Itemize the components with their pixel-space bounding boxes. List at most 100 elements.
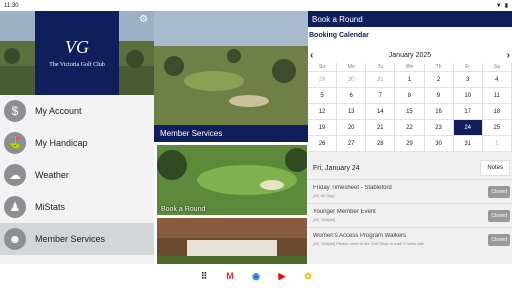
- calendar-day[interactable]: 21: [366, 120, 396, 136]
- status-badge: Closed: [488, 185, 510, 198]
- club-name: The Victoria Golf Club: [49, 62, 105, 68]
- calendar-day[interactable]: 10: [453, 88, 483, 104]
- club-crest: VG: [65, 37, 89, 57]
- calendar-day[interactable]: 13: [337, 104, 367, 120]
- weekday-label: Su: [308, 63, 338, 72]
- calendar-day[interactable]: 17: [453, 104, 483, 120]
- event-subtitle: [All, All Day]: [313, 192, 335, 198]
- calendar-day[interactable]: 8: [395, 88, 425, 104]
- fairway-image: [157, 145, 307, 215]
- tile-label: Book a Round: [161, 206, 206, 213]
- menu-item-label: My Handicap: [35, 138, 88, 148]
- calendar-day[interactable]: 18: [482, 104, 512, 120]
- calendar-grid: Su Mo Tu We Th Fr Sa 29 30 31 1 2 3 4 5 6 7 8 9 10 11…: [308, 63, 512, 152]
- menu-item-mistats[interactable]: ♟ MiStats: [0, 191, 154, 223]
- clubhouse-tile[interactable]: [157, 218, 307, 264]
- weekday-label: Tu: [366, 63, 396, 72]
- section-title: Member Services: [154, 125, 308, 142]
- calendar-day[interactable]: 16: [424, 104, 454, 120]
- chevron-left-icon[interactable]: ‹: [310, 50, 313, 61]
- calendar-day[interactable]: 4: [482, 72, 512, 88]
- calendar-day[interactable]: 26: [308, 136, 338, 152]
- calendar-weeks: 29 30 31 1 2 3 4 5 6 7 8 9 10 11 12 13 14 15 16 17 18 19 20 21 2…: [308, 72, 512, 152]
- calendar-week: 12 13 14 15 16 17 18: [308, 104, 512, 120]
- event-title: Friday Timesheet - Stableford: [313, 185, 392, 192]
- weather-icon: ☁: [4, 164, 26, 186]
- app-drawer-icon[interactable]: ⠿: [197, 269, 211, 283]
- calendar-day[interactable]: 12: [308, 104, 338, 120]
- drawer-header: VG The Victoria Golf Club ⚙: [0, 11, 154, 95]
- calendar-day[interactable]: 31: [366, 72, 396, 88]
- menu-item-weather[interactable]: ☁ Weather: [0, 159, 154, 191]
- weekday-label: Sa: [482, 63, 512, 72]
- calendar-day[interactable]: 22: [395, 120, 425, 136]
- event-row[interactable]: Friday Timesheet - Stableford [All, All …: [308, 179, 512, 203]
- golfer-icon: ⛳: [4, 132, 26, 154]
- navigation-drawer: VG The Victoria Golf Club ⚙ $ My Account…: [0, 11, 154, 264]
- selected-date: Fri, January 24: [313, 164, 360, 172]
- notes-button[interactable]: Notes: [480, 160, 510, 176]
- calendar-day[interactable]: 20: [337, 120, 367, 136]
- calendar-day[interactable]: 30: [337, 72, 367, 88]
- calendar-day[interactable]: 1: [395, 72, 425, 88]
- calendar-day[interactable]: 31: [453, 136, 483, 152]
- weekday-label: Fr: [453, 63, 483, 72]
- calendar-week: 19 20 21 22 23 24 25: [308, 120, 512, 136]
- menu-item-my-handicap[interactable]: ⛳ My Handicap: [0, 127, 154, 159]
- gmail-icon[interactable]: M: [223, 269, 237, 283]
- dollar-icon: $: [4, 100, 26, 122]
- calendar-day[interactable]: 9: [424, 88, 454, 104]
- calendar-day-selected[interactable]: 24: [453, 120, 483, 136]
- book-a-round-tile[interactable]: Book a Round: [157, 145, 307, 215]
- club-logo[interactable]: VG The Victoria Golf Club: [35, 11, 119, 95]
- calendar-day[interactable]: 11: [482, 88, 512, 104]
- event-row[interactable]: Younger Member Event [All, Twilight] Clo…: [308, 203, 512, 227]
- app-dock: ⠿ M ◉ ▶ ✿: [0, 264, 512, 288]
- month-navigator: ‹ January 2025 ›: [308, 47, 512, 63]
- calendar-day[interactable]: 14: [366, 104, 396, 120]
- calendar-day[interactable]: 25: [482, 120, 512, 136]
- calendar-day[interactable]: 15: [395, 104, 425, 120]
- gear-icon[interactable]: ⚙: [139, 14, 148, 25]
- calendar-day[interactable]: 3: [453, 72, 483, 88]
- event-text: Younger Member Event [All, Twilight]: [313, 209, 483, 222]
- chevron-right-icon[interactable]: ›: [507, 50, 510, 61]
- calendar-day[interactable]: 1: [482, 136, 512, 152]
- calendar-day[interactable]: 2: [424, 72, 454, 88]
- chrome-icon[interactable]: ◉: [249, 269, 263, 283]
- month-label: January 2025: [388, 51, 432, 59]
- calendar-day[interactable]: 27: [337, 136, 367, 152]
- status-badge: Closed: [488, 209, 510, 222]
- status-bar: 11:30 ▼ ▮: [0, 0, 512, 11]
- event-row[interactable]: Women's Access Program Walkers [All, Twi…: [308, 227, 512, 251]
- calendar-day[interactable]: 7: [366, 88, 396, 104]
- calendar-day[interactable]: 28: [366, 136, 396, 152]
- calendar-day[interactable]: 30: [424, 136, 454, 152]
- status-badge: Closed: [488, 233, 510, 246]
- member-services-panel: Member Services Book a Round: [154, 11, 308, 264]
- battery-icon: ▮: [504, 3, 508, 9]
- wifi-icon: ▼: [495, 2, 502, 9]
- selected-date-bar: Fri, January 24 Notes: [308, 157, 512, 179]
- booking-panel: Book a Round Booking Calendar ‹ January …: [308, 11, 512, 264]
- calendar-day[interactable]: 23: [424, 120, 454, 136]
- calendar-week: 26 27 28 29 30 31 1: [308, 136, 512, 152]
- calendar-title: Booking Calendar: [308, 27, 512, 47]
- menu-item-my-account[interactable]: $ My Account: [0, 95, 154, 127]
- calendar-day[interactable]: 19: [308, 120, 338, 136]
- event-text: Friday Timesheet - Stableford [All, All …: [313, 185, 483, 198]
- weekday-header: Su Mo Tu We Th Fr Sa: [308, 63, 512, 72]
- youtube-icon[interactable]: ▶: [275, 269, 289, 283]
- calendar-day[interactable]: 5: [308, 88, 338, 104]
- event-subtitle: [All, Twilight] Please meet at the Golf …: [313, 240, 425, 246]
- menu-item-label: Weather: [35, 170, 69, 180]
- calendar-day[interactable]: 29: [308, 72, 338, 88]
- calendar-day[interactable]: 6: [337, 88, 367, 104]
- calendar-day[interactable]: 29: [395, 136, 425, 152]
- menu-item-member-services[interactable]: ☻ Member Services: [0, 223, 154, 255]
- photos-icon[interactable]: ✿: [301, 269, 315, 283]
- stats-icon: ♟: [4, 196, 26, 218]
- weekday-label: Mo: [337, 63, 367, 72]
- course-hero-image: [154, 11, 308, 125]
- clubhouse-image: [157, 218, 307, 264]
